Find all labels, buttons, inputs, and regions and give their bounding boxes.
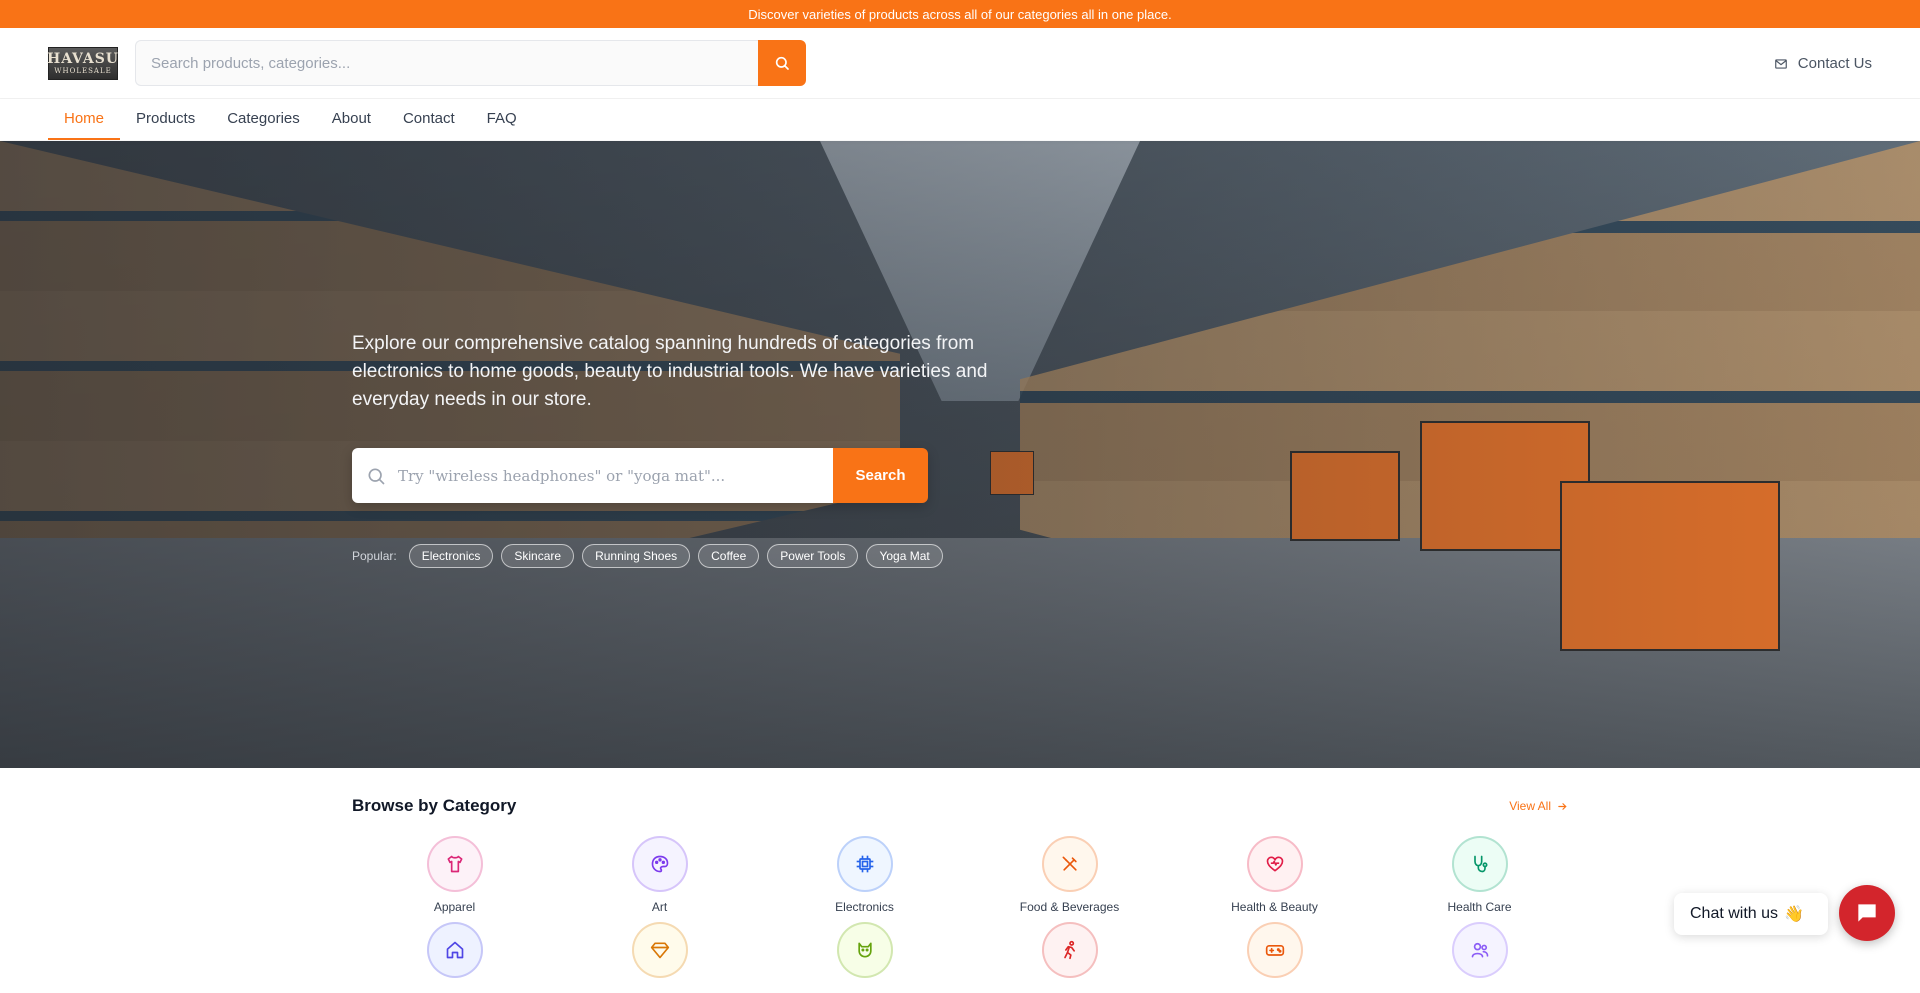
category-label: Health & Beauty bbox=[1231, 900, 1318, 914]
browse-categories: Browse by Category View All Apparel Art … bbox=[352, 768, 1568, 978]
category-grid: Apparel Art Electronics Food & Beverages… bbox=[352, 836, 1568, 978]
mail-icon bbox=[1774, 58, 1787, 69]
category-people[interactable] bbox=[1377, 922, 1582, 978]
hero-banner: Explore our comprehensive catalog spanni… bbox=[0, 141, 1920, 768]
category-icon-circle bbox=[1451, 836, 1508, 892]
view-all-label: View All bbox=[1509, 799, 1551, 813]
category-pets[interactable] bbox=[762, 922, 967, 978]
wave-emoji-icon: 👋 bbox=[1784, 906, 1804, 923]
category-icon-circle bbox=[836, 836, 893, 892]
header-search bbox=[135, 40, 806, 86]
category-electronics[interactable]: Electronics bbox=[762, 836, 967, 914]
stethoscope-icon bbox=[1473, 855, 1487, 873]
category-icon-circle bbox=[631, 922, 688, 978]
category-icon-circle bbox=[1246, 836, 1303, 892]
category-label: Food & Beverages bbox=[1019, 900, 1120, 914]
category-icon-circle bbox=[426, 836, 483, 892]
pet-icon bbox=[857, 942, 872, 958]
users-icon bbox=[1471, 942, 1488, 958]
site-header: HAVASU WHOLESALE Contact Us bbox=[0, 28, 1920, 99]
hero-search-button[interactable]: Search bbox=[833, 448, 928, 503]
popular-label: Popular: bbox=[352, 549, 397, 563]
hero-search-field bbox=[352, 448, 833, 503]
heart-pulse-icon bbox=[1266, 856, 1283, 872]
category-art[interactable]: Art bbox=[557, 836, 762, 914]
category-label: Health Care bbox=[1447, 900, 1512, 914]
shirt-icon bbox=[447, 855, 462, 873]
home-icon bbox=[446, 941, 463, 959]
category-label: Electronics bbox=[835, 900, 894, 914]
brand-logo[interactable]: HAVASU WHOLESALE bbox=[46, 46, 120, 80]
popular-chip-running-shoes[interactable]: Running Shoes bbox=[582, 544, 691, 568]
nav-faq[interactable]: FAQ bbox=[471, 99, 533, 140]
category-apparel[interactable]: Apparel bbox=[352, 836, 557, 914]
popular-chip-yoga-mat[interactable]: Yoga Mat bbox=[866, 544, 943, 568]
category-icon-circle bbox=[836, 922, 893, 978]
arrow-right-icon bbox=[1558, 802, 1567, 810]
running-icon bbox=[1063, 940, 1075, 960]
view-all-link[interactable]: View All bbox=[1509, 799, 1568, 813]
popular-chip-skincare[interactable]: Skincare bbox=[501, 544, 575, 568]
chip-icon bbox=[856, 855, 873, 873]
hero-search-input[interactable] bbox=[398, 466, 833, 485]
hero-search: Search bbox=[352, 448, 928, 503]
hero-description: Explore our comprehensive catalog spanni… bbox=[352, 333, 988, 410]
utensils-icon bbox=[1062, 856, 1077, 871]
chat-button[interactable] bbox=[1839, 885, 1895, 941]
chat-label: Chat with us bbox=[1690, 905, 1779, 922]
category-icon-circle bbox=[1041, 922, 1098, 978]
popular-chip-electronics[interactable]: Electronics bbox=[408, 544, 494, 568]
palette-icon bbox=[651, 855, 668, 873]
category-health-care[interactable]: Health Care bbox=[1377, 836, 1582, 914]
search-icon bbox=[775, 56, 789, 70]
category-icon-circle bbox=[1246, 922, 1303, 978]
nav-home[interactable]: Home bbox=[48, 99, 121, 140]
chat-icon bbox=[1858, 904, 1876, 922]
category-icon-circle bbox=[1041, 836, 1098, 892]
gamepad-icon bbox=[1265, 945, 1284, 956]
category-home[interactable] bbox=[352, 922, 557, 978]
announcement-text: Discover varieties of products across al… bbox=[748, 6, 1172, 22]
nav-about[interactable]: About bbox=[316, 99, 387, 140]
popular-chip-coffee[interactable]: Coffee bbox=[698, 544, 760, 568]
search-icon bbox=[368, 468, 385, 484]
main-nav: Home Products Categories About Contact F… bbox=[0, 99, 1920, 140]
announcement-bar: Discover varieties of products across al… bbox=[0, 0, 1920, 28]
category-icon-circle bbox=[1451, 922, 1508, 978]
chat-prompt[interactable]: Chat with us 👋 bbox=[1674, 893, 1828, 935]
search-button[interactable] bbox=[758, 40, 806, 86]
category-header: Browse by Category View All bbox=[352, 768, 1568, 836]
search-input[interactable] bbox=[135, 40, 758, 86]
category-sports[interactable] bbox=[967, 922, 1172, 978]
nav-products[interactable]: Products bbox=[120, 99, 211, 140]
logo-line1: HAVASU bbox=[46, 50, 120, 67]
category-icon-circle bbox=[631, 836, 688, 892]
popular-chip-power-tools[interactable]: Power Tools bbox=[767, 544, 859, 568]
category-icon-circle bbox=[426, 922, 483, 978]
category-health-beauty[interactable]: Health & Beauty bbox=[1172, 836, 1377, 914]
gem-icon bbox=[650, 942, 669, 959]
category-food-beverages[interactable]: Food & Beverages bbox=[967, 836, 1172, 914]
nav-categories[interactable]: Categories bbox=[211, 99, 316, 140]
logo-line2: WHOLESALE bbox=[54, 66, 112, 75]
contact-us-link[interactable]: Contact Us bbox=[1774, 28, 1872, 99]
popular-searches: Popular: Electronics Skincare Running Sh… bbox=[352, 544, 992, 568]
category-jewelry[interactable] bbox=[557, 922, 762, 978]
category-label: Apparel bbox=[433, 900, 476, 914]
nav-contact[interactable]: Contact bbox=[387, 99, 471, 140]
hero-content: Explore our comprehensive catalog spanni… bbox=[352, 330, 992, 568]
category-label: Art bbox=[651, 900, 668, 914]
category-games[interactable] bbox=[1172, 922, 1377, 978]
contact-us-label: Contact Us bbox=[1797, 55, 1872, 72]
category-section-title: Browse by Category bbox=[352, 796, 517, 815]
